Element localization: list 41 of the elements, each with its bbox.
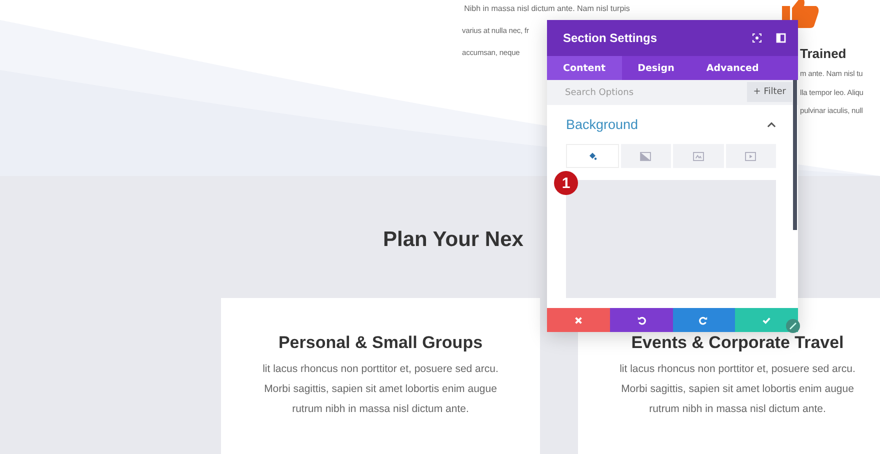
resize-handle-icon[interactable] [786, 319, 800, 333]
card-text-line: lit lacus rhoncus non porttitor et, posuere sed arcu. [620, 362, 856, 377]
redo-icon [699, 316, 708, 324]
close-icon [574, 316, 583, 324]
background-type-tab[interactable] [566, 144, 618, 168]
group-title: Background [566, 117, 638, 132]
cancel-button[interactable] [547, 308, 610, 332]
background-type-tab[interactable] [620, 144, 671, 168]
scrollbar[interactable] [793, 80, 797, 230]
settings-tab[interactable]: Design [622, 56, 690, 80]
redo-button[interactable] [672, 308, 736, 332]
gradient-icon [640, 152, 652, 160]
chevron-up-icon[interactable] [767, 122, 776, 128]
filter-button[interactable]: + Filter [747, 80, 798, 105]
settings-tab[interactable]: Advanced [690, 56, 775, 80]
settings-tab[interactable]: Content [547, 56, 622, 80]
card-text-line: lit lacus rhoncus non porttitor et, posuere sed arcu. [262, 362, 498, 377]
card-text-line: rutrum nibh in massa nisl dictum ante. [292, 402, 469, 417]
checkmark-icon [762, 316, 772, 324]
card-text-line: Morbi sagittis, sapien sit amet lobortis enim augue [621, 382, 854, 397]
save-button[interactable] [735, 308, 798, 332]
background-type-tab[interactable] [673, 144, 724, 168]
intro-text-line: Nibh in massa nisl dictum ante. Nam nisl turpis [464, 3, 630, 15]
undo-button[interactable] [610, 308, 672, 332]
feature-title: Trained [800, 46, 846, 61]
thumbs-up-icon [780, 0, 820, 28]
fullscreen-icon[interactable] [752, 33, 762, 43]
paint-bucket-icon [586, 152, 598, 160]
card-text-line: Morbi sagittis, sapien sit amet lobortis enim augue [264, 382, 497, 397]
undo-icon [636, 316, 646, 324]
card-title: Personal & Small Groups [278, 333, 483, 353]
step-badge: 1 [554, 171, 578, 195]
sidebar-icon[interactable] [776, 33, 786, 43]
image-icon [692, 152, 704, 160]
modal-title: Section Settings [563, 31, 658, 45]
card-text-line: rutrum nibh in massa nisl dictum ante. [649, 402, 826, 417]
section-heading: Plan Your Nex [383, 228, 524, 252]
video-icon [745, 152, 756, 160]
search-field[interactable]: Search Options [547, 80, 748, 105]
card-title: Events & Corporate Travel [631, 333, 844, 353]
background-type-tab[interactable] [726, 144, 776, 168]
